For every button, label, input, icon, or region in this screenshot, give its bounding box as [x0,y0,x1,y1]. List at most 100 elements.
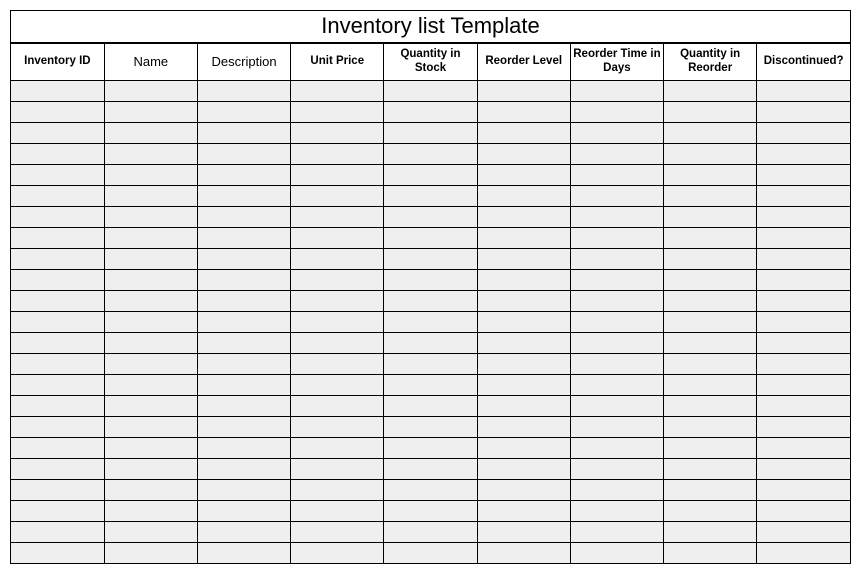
table-cell[interactable] [664,374,757,395]
table-cell[interactable] [477,395,570,416]
table-cell[interactable] [104,311,197,332]
table-cell[interactable] [104,353,197,374]
table-cell[interactable] [197,185,290,206]
table-cell[interactable] [664,290,757,311]
table-cell[interactable] [664,311,757,332]
table-cell[interactable] [197,416,290,437]
table-cell[interactable] [291,185,384,206]
table-cell[interactable] [477,101,570,122]
table-cell[interactable] [197,395,290,416]
table-cell[interactable] [570,374,663,395]
table-cell[interactable] [11,248,104,269]
table-cell[interactable] [104,542,197,563]
table-cell[interactable] [11,521,104,542]
table-cell[interactable] [477,143,570,164]
table-cell[interactable] [477,416,570,437]
table-cell[interactable] [757,542,850,563]
table-cell[interactable] [664,542,757,563]
table-cell[interactable] [104,101,197,122]
table-cell[interactable] [11,185,104,206]
table-cell[interactable] [384,164,477,185]
table-cell[interactable] [570,248,663,269]
table-cell[interactable] [757,206,850,227]
table-cell[interactable] [477,311,570,332]
table-cell[interactable] [664,353,757,374]
table-cell[interactable] [197,269,290,290]
table-cell[interactable] [757,248,850,269]
table-cell[interactable] [570,80,663,101]
table-cell[interactable] [477,227,570,248]
table-cell[interactable] [384,269,477,290]
table-cell[interactable] [757,80,850,101]
table-cell[interactable] [197,101,290,122]
table-cell[interactable] [104,521,197,542]
table-cell[interactable] [570,479,663,500]
table-cell[interactable] [197,80,290,101]
table-cell[interactable] [11,416,104,437]
table-cell[interactable] [197,353,290,374]
table-cell[interactable] [757,227,850,248]
table-cell[interactable] [664,143,757,164]
table-cell[interactable] [291,143,384,164]
table-cell[interactable] [757,416,850,437]
table-cell[interactable] [291,332,384,353]
table-cell[interactable] [570,500,663,521]
table-cell[interactable] [384,290,477,311]
table-cell[interactable] [570,122,663,143]
table-cell[interactable] [11,479,104,500]
table-cell[interactable] [11,143,104,164]
table-cell[interactable] [477,269,570,290]
table-cell[interactable] [291,206,384,227]
table-cell[interactable] [104,500,197,521]
table-cell[interactable] [384,185,477,206]
table-cell[interactable] [11,458,104,479]
table-cell[interactable] [477,80,570,101]
table-cell[interactable] [477,542,570,563]
table-cell[interactable] [570,542,663,563]
table-cell[interactable] [291,416,384,437]
table-cell[interactable] [570,521,663,542]
table-cell[interactable] [291,374,384,395]
table-cell[interactable] [197,542,290,563]
table-cell[interactable] [11,101,104,122]
table-cell[interactable] [11,542,104,563]
table-cell[interactable] [291,479,384,500]
table-cell[interactable] [570,269,663,290]
table-cell[interactable] [384,353,477,374]
table-cell[interactable] [757,164,850,185]
table-cell[interactable] [664,227,757,248]
table-cell[interactable] [197,248,290,269]
table-cell[interactable] [104,416,197,437]
table-cell[interactable] [477,164,570,185]
table-cell[interactable] [757,101,850,122]
table-cell[interactable] [477,479,570,500]
table-cell[interactable] [11,227,104,248]
table-cell[interactable] [291,248,384,269]
table-cell[interactable] [384,248,477,269]
table-cell[interactable] [291,80,384,101]
table-cell[interactable] [291,395,384,416]
table-cell[interactable] [757,332,850,353]
table-cell[interactable] [757,311,850,332]
table-cell[interactable] [384,80,477,101]
table-cell[interactable] [757,353,850,374]
table-cell[interactable] [104,332,197,353]
table-cell[interactable] [11,269,104,290]
table-cell[interactable] [11,353,104,374]
table-cell[interactable] [570,437,663,458]
table-cell[interactable] [570,143,663,164]
table-cell[interactable] [11,395,104,416]
table-cell[interactable] [384,458,477,479]
table-cell[interactable] [570,416,663,437]
table-cell[interactable] [384,311,477,332]
table-cell[interactable] [11,80,104,101]
table-cell[interactable] [104,374,197,395]
table-cell[interactable] [757,269,850,290]
table-cell[interactable] [11,332,104,353]
table-cell[interactable] [11,437,104,458]
table-cell[interactable] [11,290,104,311]
table-cell[interactable] [197,206,290,227]
table-cell[interactable] [384,542,477,563]
table-cell[interactable] [291,122,384,143]
table-cell[interactable] [11,374,104,395]
